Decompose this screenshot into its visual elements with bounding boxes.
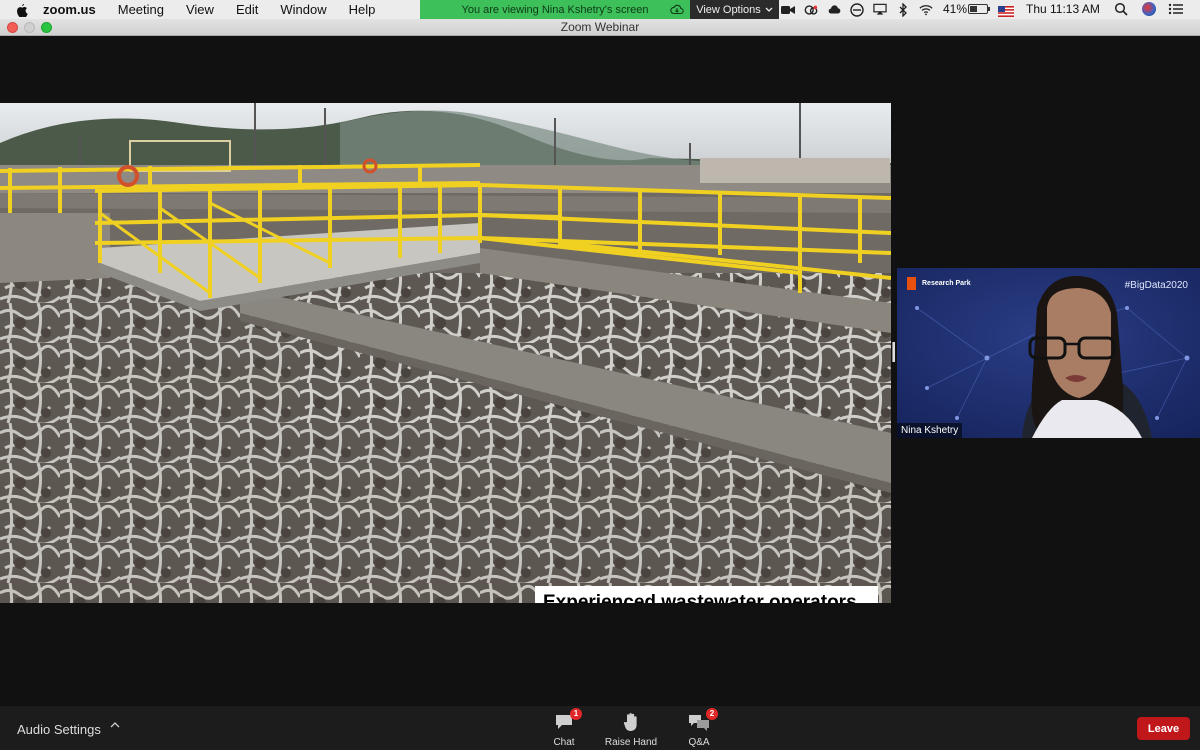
speaker-video-frame [897, 268, 1200, 438]
creative-cloud-icon[interactable] [804, 3, 818, 17]
menu-help[interactable]: Help [349, 2, 376, 17]
menu-view[interactable]: View [186, 2, 214, 17]
research-park-logo: Research Park [907, 277, 971, 290]
qa-button[interactable]: 2 Q&A [669, 708, 729, 748]
wastewater-plant-photo [0, 103, 891, 603]
leave-button[interactable]: Leave [1137, 717, 1190, 740]
menu-app-name[interactable]: zoom.us [43, 2, 96, 17]
menu-clock[interactable]: Thu 11:13 AM [1026, 2, 1100, 16]
cloud-status-icon[interactable] [827, 3, 841, 17]
meeting-controls-bar: Audio Settings 1 Chat Raise Hand 2 Q&A L… [0, 706, 1200, 750]
chat-unread-badge: 1 [570, 708, 582, 720]
research-park-logo-text: Research Park [922, 280, 971, 287]
window-titlebar: Zoom Webinar [0, 19, 1200, 36]
us-flag-icon[interactable] [998, 4, 1014, 17]
siri-icon[interactable] [1142, 2, 1156, 16]
dnd-icon[interactable] [850, 2, 864, 17]
menu-edit[interactable]: Edit [236, 2, 258, 17]
raise-hand-icon [622, 712, 640, 732]
apple-icon[interactable] [15, 3, 29, 17]
zoom-video-icon[interactable] [781, 3, 795, 17]
menu-meeting[interactable]: Meeting [118, 2, 164, 17]
menu-window[interactable]: Window [280, 2, 326, 17]
qa-icon: 2 [688, 708, 718, 732]
battery-percent: 41% [943, 2, 968, 16]
raise-hand-button[interactable]: Raise Hand [601, 712, 661, 748]
shared-screen: Experienced wastewater operators are in … [0, 103, 891, 603]
view-options-label: View Options [696, 3, 761, 16]
qa-unread-badge: 2 [706, 708, 718, 720]
event-hashtag: #BigData2020 [1124, 280, 1188, 291]
chat-button[interactable]: 1 Chat [534, 708, 594, 748]
chevron-down-icon [765, 4, 773, 16]
slide-caption: Experienced wastewater operators are in … [535, 586, 878, 603]
cloud-icon [670, 3, 684, 18]
airplay-icon[interactable] [873, 3, 887, 17]
raise-hand-label: Raise Hand [604, 737, 658, 748]
status-icons [781, 0, 933, 19]
bluetooth-icon[interactable] [896, 2, 910, 17]
chat-icon: 1 [554, 708, 582, 732]
audio-settings-button[interactable]: Audio Settings [17, 722, 101, 737]
illinois-logo-mark [907, 277, 916, 290]
view-options-button[interactable]: View Options [690, 0, 779, 19]
screen-share-banner: You are viewing Nina Kshetry's screen [420, 0, 690, 19]
chevron-up-icon[interactable] [110, 720, 120, 732]
participant-name-tag: Nina Kshetry [897, 423, 963, 438]
share-banner-text: You are viewing Nina Kshetry's screen [461, 3, 649, 16]
wifi-icon[interactable] [919, 3, 933, 17]
qa-label: Q&A [688, 737, 710, 748]
battery-icon[interactable] [968, 4, 990, 14]
window-title: Zoom Webinar [560, 20, 640, 34]
speaker-video[interactable]: Research Park #BigData2020 Nina Kshetry [897, 268, 1200, 438]
chat-label: Chat [553, 737, 575, 748]
split-resize-handle[interactable] [892, 342, 895, 362]
